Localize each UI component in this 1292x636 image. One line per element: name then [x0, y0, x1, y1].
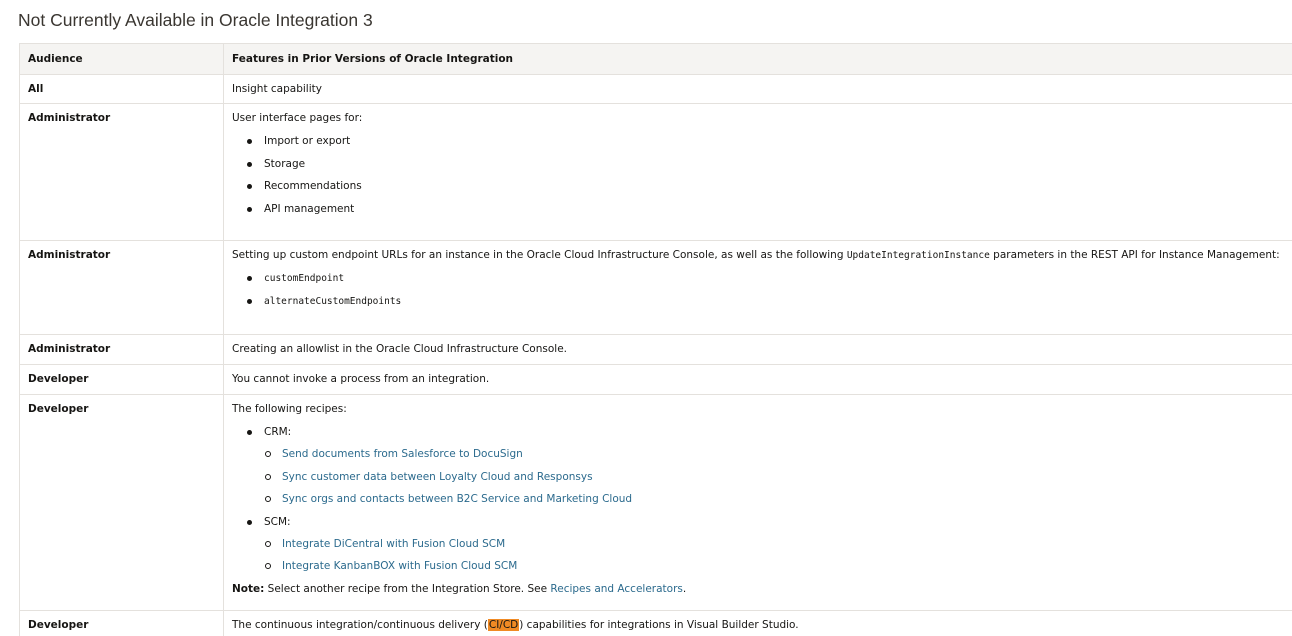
- list-item: CRM: Send documents from Salesforce to D…: [247, 425, 1285, 507]
- table-row: Developer You cannot invoke a process fr…: [19, 364, 1292, 395]
- audience-cell: Developer: [19, 610, 224, 636]
- sub-list: Send documents from Salesforce to DocuSi…: [264, 447, 1285, 507]
- recipe-link[interactable]: Send documents from Salesforce to DocuSi…: [282, 448, 523, 460]
- list-item: Import or export: [247, 134, 1285, 149]
- note-end: .: [682, 582, 687, 595]
- list-item: Storage: [247, 157, 1285, 172]
- list-item: customEndpoint: [247, 271, 1285, 286]
- feature-intro: User interface pages for:: [232, 112, 363, 124]
- code-term: customEndpoint: [264, 273, 345, 284]
- feature-cell: Insight capability: [223, 74, 1292, 104]
- sub-list: Integrate DiCentral with Fusion Cloud SC…: [264, 537, 1285, 575]
- document-page: Not Currently Available in Oracle Integr…: [0, 0, 1292, 636]
- page-title: Not Currently Available in Oracle Integr…: [18, 10, 373, 30]
- column-header-features: Features in Prior Versions of Oracle Int…: [223, 43, 1292, 75]
- audience-cell: Developer: [19, 394, 224, 611]
- feature-intro: Setting up custom endpoint URLs for an i…: [232, 248, 1285, 263]
- feature-cell: You cannot invoke a process from an inte…: [223, 364, 1292, 395]
- audience-cell: Developer: [19, 364, 224, 395]
- note-text: Select another recipe from the Integrati…: [264, 582, 551, 595]
- feature-cell: The following recipes: CRM: Send documen…: [223, 394, 1292, 611]
- list-item: Recommendations: [247, 179, 1285, 194]
- audience-cell: Administrator: [19, 334, 224, 365]
- group-label: SCM:: [264, 515, 291, 528]
- code-term: UpdateIntegrationInstance: [846, 250, 990, 261]
- recipe-link[interactable]: Integrate DiCentral with Fusion Cloud SC…: [282, 538, 505, 550]
- feature-text: The continuous integration/continuous de…: [232, 619, 488, 631]
- features-table: Audience Features in Prior Versions of O…: [19, 43, 1292, 636]
- table-row: Administrator Creating an allowlist in t…: [19, 334, 1292, 365]
- table-row: Administrator User interface pages for: …: [19, 103, 1292, 241]
- table-row: Administrator Setting up custom endpoint…: [19, 240, 1292, 335]
- recipe-link[interactable]: Integrate KanbanBOX with Fusion Cloud SC…: [282, 560, 517, 572]
- intro-text: Setting up custom endpoint URLs for an i…: [232, 249, 847, 261]
- sub-list-item: Sync orgs and contacts between B2C Servi…: [265, 492, 1285, 507]
- intro-text: parameters in the REST API for Instance …: [989, 249, 1280, 261]
- sub-list-item: Integrate KanbanBOX with Fusion Cloud SC…: [265, 559, 1285, 574]
- bullet-list: customEndpoint alternateCustomEndpoints: [232, 271, 1285, 309]
- list-item: SCM: Integrate DiCentral with Fusion Clo…: [247, 515, 1285, 575]
- sub-list-item: Send documents from Salesforce to DocuSi…: [265, 447, 1285, 462]
- table-row: All Insight capability: [19, 74, 1292, 104]
- feature-cell: User interface pages for: Import or expo…: [223, 103, 1292, 241]
- code-term: alternateCustomEndpoints: [264, 295, 402, 307]
- group-label: CRM:: [264, 426, 292, 438]
- search-highlight: CI/CD: [487, 619, 520, 631]
- feature-cell: Creating an allowlist in the Oracle Clou…: [223, 334, 1292, 365]
- bullet-list: CRM: Send documents from Salesforce to D…: [232, 425, 1285, 574]
- list-item: API management: [247, 202, 1285, 217]
- feature-cell: The continuous integration/continuous de…: [223, 610, 1292, 636]
- audience-cell: All: [19, 74, 224, 104]
- sub-list-item: Sync customer data between Loyalty Cloud…: [265, 470, 1285, 485]
- audience-cell: Administrator: [19, 240, 224, 335]
- feature-cell: Setting up custom endpoint URLs for an i…: [223, 240, 1292, 335]
- note: Note: Select another recipe from the Int…: [232, 582, 1285, 597]
- sub-list-item: Integrate DiCentral with Fusion Cloud SC…: [265, 537, 1285, 552]
- column-header-audience: Audience: [19, 43, 224, 75]
- table-header-row: Audience Features in Prior Versions of O…: [19, 43, 1292, 75]
- note-label: Note:: [232, 582, 265, 595]
- bullet-list: Import or export Storage Recommendations…: [232, 134, 1285, 217]
- list-item: alternateCustomEndpoints: [247, 294, 1285, 309]
- recipes-accelerators-link[interactable]: Recipes and Accelerators: [550, 583, 682, 595]
- table-row: Developer The following recipes: CRM: Se…: [19, 394, 1292, 611]
- recipe-link[interactable]: Sync customer data between Loyalty Cloud…: [282, 471, 593, 483]
- recipe-link[interactable]: Sync orgs and contacts between B2C Servi…: [282, 493, 632, 505]
- audience-cell: Administrator: [19, 103, 224, 241]
- feature-text: ) capabilities for integrations in Visua…: [519, 619, 799, 631]
- feature-intro: The following recipes:: [232, 403, 347, 415]
- table-row: Developer The continuous integration/con…: [19, 610, 1292, 636]
